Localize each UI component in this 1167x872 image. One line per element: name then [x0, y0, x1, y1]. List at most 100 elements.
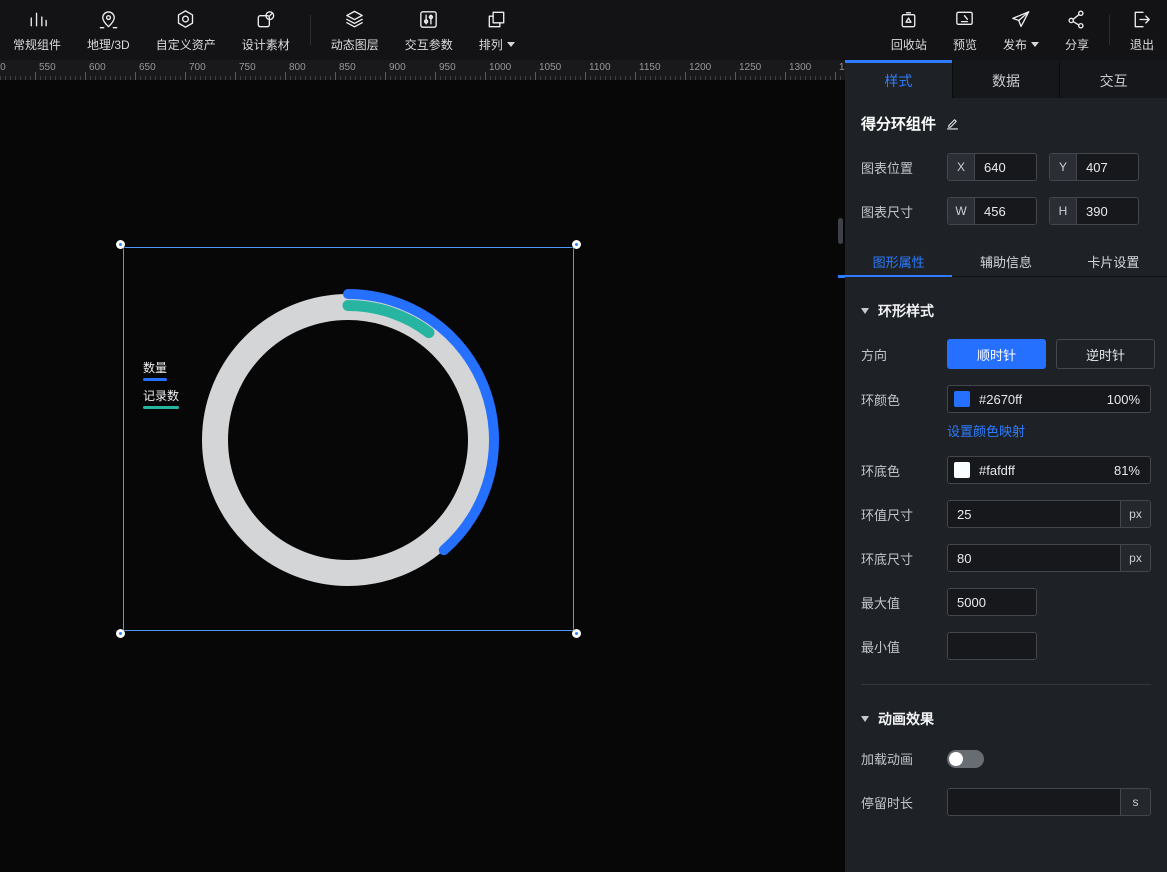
collapse-triangle-icon — [861, 716, 869, 722]
toolbar-left-group: 常规组件 地理/3D 自定义资产 设计素材 动态图层 交互参数 排列 — [0, 0, 528, 60]
toolbar-item-preview[interactable]: 预览 — [940, 0, 990, 60]
color-swatch — [954, 462, 970, 478]
ring-value-size-input[interactable] — [948, 501, 1120, 527]
ring-color-row: 环颜色 #2670ff 100% — [861, 385, 1151, 413]
exit-icon — [1130, 8, 1153, 31]
toolbar-item-label: 地理/3D — [87, 36, 130, 53]
panel-tab-bar: 样式 数据 交互 — [845, 60, 1167, 98]
color-swatch — [954, 391, 970, 407]
toolbar-item-common-components[interactable]: 常规组件 — [0, 0, 74, 60]
size-h-field: H — [1049, 197, 1139, 225]
subtab-auxiliary-info[interactable]: 辅助信息 — [952, 247, 1059, 276]
field-label: 加载动画 — [861, 749, 947, 768]
clockwise-button[interactable]: 顺时针 — [947, 339, 1046, 369]
toolbar-item-label: 交互参数 — [405, 36, 453, 53]
toolbar-item-recycle-bin[interactable]: 回收站 — [878, 0, 940, 60]
ring-style-section-header[interactable]: 环形样式 — [861, 301, 1151, 321]
animation-section-header[interactable]: 动画效果 — [861, 709, 1151, 729]
toolbar-item-design-materials[interactable]: 设计素材 — [229, 0, 303, 60]
preview-screen-icon — [953, 8, 976, 31]
resize-handle-top-right[interactable] — [572, 240, 581, 249]
tab-interaction[interactable]: 交互 — [1059, 60, 1167, 98]
toolbar-item-share[interactable]: 分享 — [1052, 0, 1102, 60]
color-opacity-value: 100% — [1107, 392, 1140, 407]
ruler-guide-mark — [838, 275, 845, 278]
layers-icon — [343, 8, 366, 31]
field-label: 环值尺寸 — [861, 505, 947, 524]
design-shapes-icon — [254, 8, 277, 31]
color-hex-value: #fafdff — [979, 463, 1105, 478]
toolbar-item-geo-3d[interactable]: 地理/3D — [74, 0, 143, 60]
resize-handle-bottom-right[interactable] — [572, 629, 581, 638]
size-h-input[interactable] — [1077, 198, 1138, 224]
section-divider — [861, 684, 1151, 685]
position-y-input[interactable] — [1077, 154, 1138, 180]
ring-base-size-field: px — [947, 544, 1151, 572]
section-title: 环形样式 — [878, 301, 934, 321]
field-label: 最小值 — [861, 637, 947, 656]
component-selection-box[interactable] — [123, 247, 574, 631]
resize-handle-bottom-left[interactable] — [116, 629, 125, 638]
toolbar-item-label: 排列 — [479, 36, 515, 53]
collapse-triangle-icon — [861, 308, 869, 314]
unit-suffix: s — [1120, 789, 1150, 815]
toolbar-item-label: 回收站 — [891, 36, 927, 53]
field-label: 方向 — [861, 345, 947, 364]
chevron-down-icon — [1031, 42, 1039, 47]
stay-duration-input[interactable] — [948, 789, 1120, 815]
edit-pencil-icon[interactable] — [945, 116, 960, 131]
subtab-card-settings[interactable]: 卡片设置 — [1060, 247, 1167, 276]
toolbar-item-label: 设计素材 — [242, 36, 290, 53]
tab-data[interactable]: 数据 — [952, 60, 1060, 98]
chevron-down-icon — [507, 42, 515, 47]
toolbar-item-label: 自定义资产 — [156, 36, 216, 53]
toolbar-item-exit[interactable]: 退出 — [1117, 0, 1167, 60]
share-nodes-icon — [1065, 8, 1088, 31]
ring-base-size-row: 环底尺寸 px — [861, 544, 1151, 572]
toolbar-item-label: 退出 — [1130, 36, 1154, 53]
map-pin-icon — [97, 8, 120, 31]
field-label: 环底尺寸 — [861, 549, 947, 568]
top-toolbar: 常规组件 地理/3D 自定义资产 设计素材 动态图层 交互参数 排列 — [0, 0, 1167, 60]
color-mapping-link[interactable]: 设置颜色映射 — [947, 421, 1025, 440]
canvas-vertical-scrollbar[interactable] — [838, 218, 843, 244]
design-canvas[interactable]: 数量 记录数 — [0, 80, 845, 872]
resize-handle-top-left[interactable] — [116, 240, 125, 249]
ring-color-picker[interactable]: #2670ff 100% — [947, 385, 1151, 413]
w-prefix: W — [948, 198, 975, 224]
loading-animation-row: 加载动画 — [861, 749, 1151, 768]
chart-position-row: 图表位置 X Y — [861, 153, 1151, 181]
section-title: 动画效果 — [878, 709, 934, 729]
toolbar-item-interaction-params[interactable]: 交互参数 — [392, 0, 466, 60]
toolbar-item-dynamic-layers[interactable]: 动态图层 — [318, 0, 392, 60]
bar-chart-icon — [26, 8, 49, 31]
y-prefix: Y — [1050, 154, 1077, 180]
subtab-graphic-properties[interactable]: 图形属性 — [845, 247, 952, 276]
loading-animation-toggle[interactable] — [947, 750, 984, 768]
max-value-input[interactable] — [948, 589, 1036, 615]
arrange-squares-icon — [485, 8, 508, 31]
sliders-icon — [417, 8, 440, 31]
toolbar-item-label: 分享 — [1065, 36, 1089, 53]
toolbar-item-label: 发布 — [1003, 36, 1039, 53]
toolbar-item-arrange[interactable]: 排列 — [466, 0, 528, 60]
unit-suffix: px — [1120, 545, 1150, 571]
ring-base-size-input[interactable] — [948, 545, 1120, 571]
trash-icon — [897, 8, 920, 31]
min-value-input[interactable] — [948, 633, 1036, 659]
position-x-input[interactable] — [975, 154, 1036, 180]
counterclockwise-button[interactable]: 逆时针 — [1056, 339, 1155, 369]
position-x-field: X — [947, 153, 1037, 181]
ring-base-color-picker[interactable]: #fafdff 81% — [947, 456, 1151, 484]
toolbar-item-custom-assets[interactable]: 自定义资产 — [143, 0, 229, 60]
toolbar-separator — [1109, 15, 1110, 45]
x-prefix: X — [948, 154, 975, 180]
field-label: 环颜色 — [861, 390, 947, 409]
tab-style[interactable]: 样式 — [845, 60, 952, 98]
toolbar-item-label: 动态图层 — [331, 36, 379, 53]
size-w-input[interactable] — [975, 198, 1036, 224]
color-hex-value: #2670ff — [979, 392, 1098, 407]
toolbar-item-publish[interactable]: 发布 — [990, 0, 1052, 60]
toggle-knob — [949, 752, 963, 766]
field-label: 图表尺寸 — [861, 202, 947, 221]
